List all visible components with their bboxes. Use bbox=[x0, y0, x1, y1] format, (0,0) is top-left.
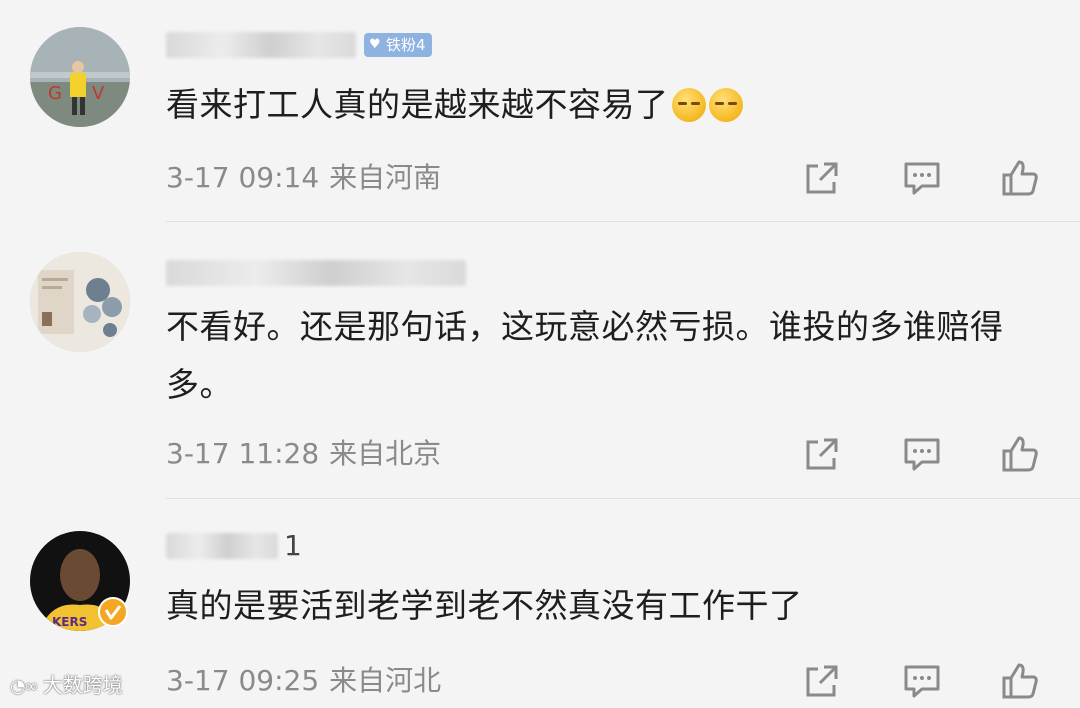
comment-icon[interactable] bbox=[902, 158, 942, 198]
comment-text: 看来打工人真的是越来越不容易了 bbox=[166, 76, 1046, 134]
comment-actions bbox=[802, 434, 1042, 474]
username[interactable] bbox=[166, 533, 278, 559]
avatar[interactable]: G V bbox=[30, 27, 130, 127]
fan-badge-label: 铁粉4 bbox=[386, 36, 426, 54]
comment-location: 来自河南 bbox=[329, 161, 442, 194]
svg-text:G: G bbox=[48, 83, 62, 104]
comment-meta: 3-17 09:25 来自河北 bbox=[166, 663, 451, 699]
comment-text: 真的是要活到老学到老不然真没有工作干了 bbox=[166, 577, 1046, 635]
comment-item: KERS 1 真的是要活到老学到老不然真没有工作干了 3-17 09:25 来自河… bbox=[0, 499, 1080, 708]
comment-text-content: 不看好。还是那句话，这玩意必然亏损。谁投的多谁赔得多。 bbox=[166, 307, 1004, 404]
svg-text:KERS: KERS bbox=[52, 615, 87, 629]
comment-icon[interactable] bbox=[902, 661, 942, 701]
comment-text: 不看好。还是那句话，这玩意必然亏损。谁投的多谁赔得多。 bbox=[166, 298, 1046, 414]
comment-actions bbox=[802, 661, 1042, 701]
comment-meta: 3-17 09:14 来自河南 bbox=[166, 160, 451, 196]
fan-badge: ♥ 铁粉4 bbox=[364, 33, 432, 57]
username[interactable] bbox=[166, 32, 356, 58]
watermark: ◔∞ 大数跨境 bbox=[10, 672, 123, 700]
avatar[interactable] bbox=[30, 252, 130, 352]
comment-item: G V ♥ 铁粉4 看来打工人真的是越来越不容易了 3-17 09:14 来自河南 bbox=[0, 0, 1080, 222]
username[interactable] bbox=[166, 260, 466, 286]
like-icon[interactable] bbox=[1000, 434, 1040, 474]
smirk-emoji-icon bbox=[708, 88, 743, 122]
watermark-logo-icon: ◔∞ bbox=[10, 676, 39, 697]
username-tail: 1 bbox=[284, 529, 302, 562]
comment-time: 3-17 11:28 bbox=[166, 437, 320, 470]
like-icon[interactable] bbox=[1000, 661, 1040, 701]
smirk-emoji-icon bbox=[671, 88, 706, 122]
share-icon[interactable] bbox=[802, 434, 842, 474]
comment-actions bbox=[802, 158, 1042, 198]
comment-meta: 3-17 11:28 来自北京 bbox=[166, 436, 451, 472]
comment-item: 不看好。还是那句话，这玩意必然亏损。谁投的多谁赔得多。 3-17 11:28 来自… bbox=[0, 222, 1080, 499]
comment-text-content: 看来打工人真的是越来越不容易了 bbox=[166, 85, 669, 124]
verified-badge-icon bbox=[98, 597, 128, 627]
share-icon[interactable] bbox=[802, 661, 842, 701]
comment-time: 3-17 09:14 bbox=[166, 161, 320, 194]
heart-icon: ♥ bbox=[369, 37, 381, 52]
comment-text-content: 真的是要活到老学到老不然真没有工作干了 bbox=[166, 586, 803, 625]
comment-icon[interactable] bbox=[902, 434, 942, 474]
comment-time: 3-17 09:25 bbox=[166, 664, 320, 697]
watermark-text: 大数跨境 bbox=[42, 673, 123, 697]
svg-text:V: V bbox=[92, 83, 105, 104]
comment-location: 来自河北 bbox=[329, 664, 442, 697]
like-icon[interactable] bbox=[1000, 158, 1040, 198]
comment-location: 来自北京 bbox=[329, 437, 442, 470]
share-icon[interactable] bbox=[802, 158, 842, 198]
